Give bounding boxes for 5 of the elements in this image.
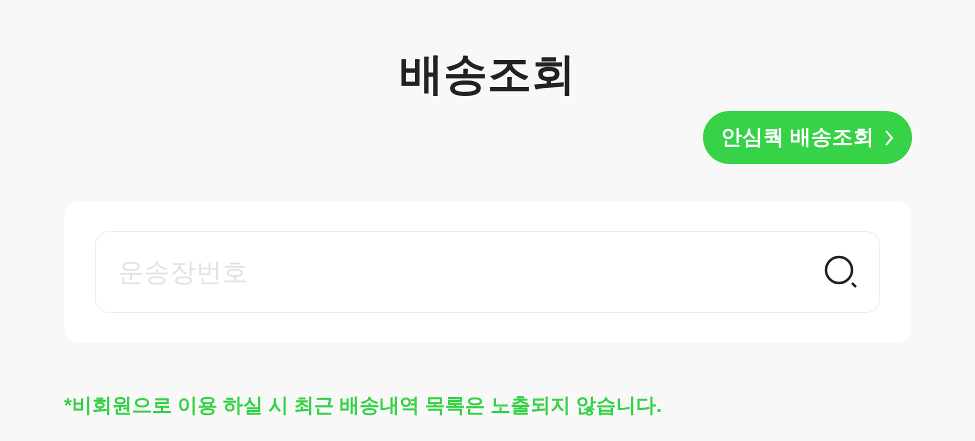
safe-tracking-button[interactable]: 안심쿽 배송조회 [703,111,912,164]
page-title: 배송조회 [400,49,576,101]
notice-text: *비회원으로 이용 하실 시 최근 배송내역 목록은 노출되지 않습니다. [64,394,663,419]
chevron-right-icon [884,128,894,146]
search-icon[interactable] [824,255,858,289]
